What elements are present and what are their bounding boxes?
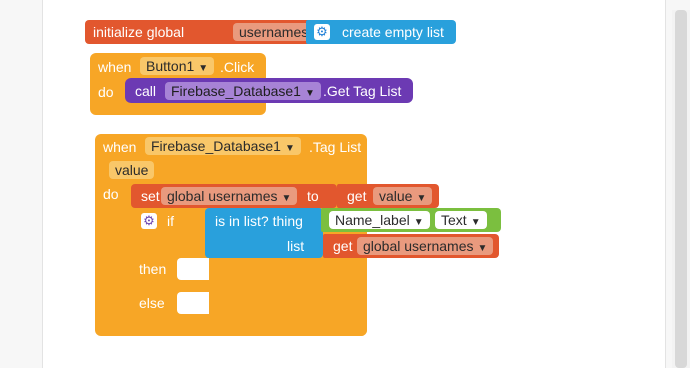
get-value-block[interactable]: get value ▼ — [337, 184, 439, 208]
variable-name: global usernames — [363, 238, 474, 254]
property-dropdown-text[interactable]: Text ▼ — [435, 211, 487, 229]
initialize-global-label: initialize global — [93, 24, 185, 40]
chevron-down-icon: ▼ — [470, 217, 481, 228]
blocks-workspace[interactable]: initialize global usernames to ⚙ create … — [42, 0, 666, 368]
when-label: when — [98, 59, 132, 75]
variable-dropdown-global-usernames[interactable]: global usernames ▼ — [357, 237, 494, 255]
do-label: do — [103, 186, 119, 202]
variable-dropdown-global-usernames[interactable]: global usernames ▼ — [161, 187, 298, 205]
mutator-gear-icon[interactable]: ⚙ — [141, 213, 157, 229]
get-label: get — [333, 238, 353, 254]
scrollbar-thumb[interactable] — [675, 10, 687, 368]
component-name: Button1 — [146, 58, 195, 74]
if-label: if — [167, 213, 174, 229]
call-label: call — [135, 83, 157, 99]
chevron-down-icon: ▼ — [198, 63, 209, 74]
chevron-down-icon: ▼ — [304, 88, 315, 99]
event-parameter-value[interactable]: value — [109, 161, 155, 179]
is-in-list-label: is in list? thing — [215, 213, 303, 229]
get-global-usernames-block[interactable]: get global usernames ▼ — [323, 234, 499, 258]
component-dropdown-firebase[interactable]: Firebase_Database1 ▼ — [145, 137, 301, 155]
component-dropdown-name-label[interactable]: Name_label ▼ — [329, 211, 430, 229]
component-name: Firebase_Database1 — [151, 138, 281, 154]
property-name: Text — [441, 212, 467, 228]
variable-name: value — [379, 188, 413, 204]
set-label: set — [141, 188, 160, 204]
create-empty-list-label: create empty list — [342, 24, 444, 40]
if-block-footer — [131, 322, 367, 336]
component-property-block[interactable]: Name_label ▼ . Text ▼ — [321, 208, 501, 232]
else-label: else — [139, 295, 165, 311]
variable-name: global usernames — [167, 188, 278, 204]
chevron-down-icon: ▼ — [477, 243, 488, 254]
component-name: Firebase_Database1 — [171, 83, 301, 99]
chevron-down-icon: ▼ — [416, 193, 427, 204]
mutator-gear-icon[interactable]: ⚙ — [314, 24, 330, 40]
dot-separator: . — [423, 212, 427, 228]
component-dropdown-firebase[interactable]: Firebase_Database1 ▼ — [165, 82, 321, 100]
call-get-tag-list-block[interactable]: call Firebase_Database1 ▼ .Get Tag List — [125, 78, 413, 103]
do-label: do — [98, 84, 114, 100]
event-name-label: .Tag List — [309, 139, 362, 155]
to-label: to — [307, 188, 319, 204]
list-socket-label: list — [287, 238, 305, 254]
component-dropdown-button1[interactable]: Button1 ▼ — [140, 57, 215, 75]
vertical-scrollbar[interactable] — [672, 10, 690, 368]
global-variable-name-field[interactable]: usernames — [233, 23, 315, 41]
get-label: get — [347, 188, 367, 204]
when-label: when — [103, 139, 137, 155]
then-slot — [177, 258, 209, 280]
create-empty-list-block[interactable]: ⚙ create empty list — [306, 20, 456, 44]
then-label: then — [139, 261, 167, 277]
component-name: Name_label — [335, 212, 410, 228]
chevron-down-icon: ▼ — [281, 193, 292, 204]
event-name-label: .Click — [220, 59, 255, 75]
else-slot — [177, 292, 209, 314]
variable-dropdown-value[interactable]: value ▼ — [373, 187, 433, 205]
set-variable-block[interactable]: set global usernames ▼ to — [131, 184, 337, 208]
is-in-list-block[interactable]: is in list? thing list — [205, 208, 323, 258]
method-name-label: .Get Tag List — [323, 83, 402, 99]
chevron-down-icon: ▼ — [284, 143, 295, 154]
